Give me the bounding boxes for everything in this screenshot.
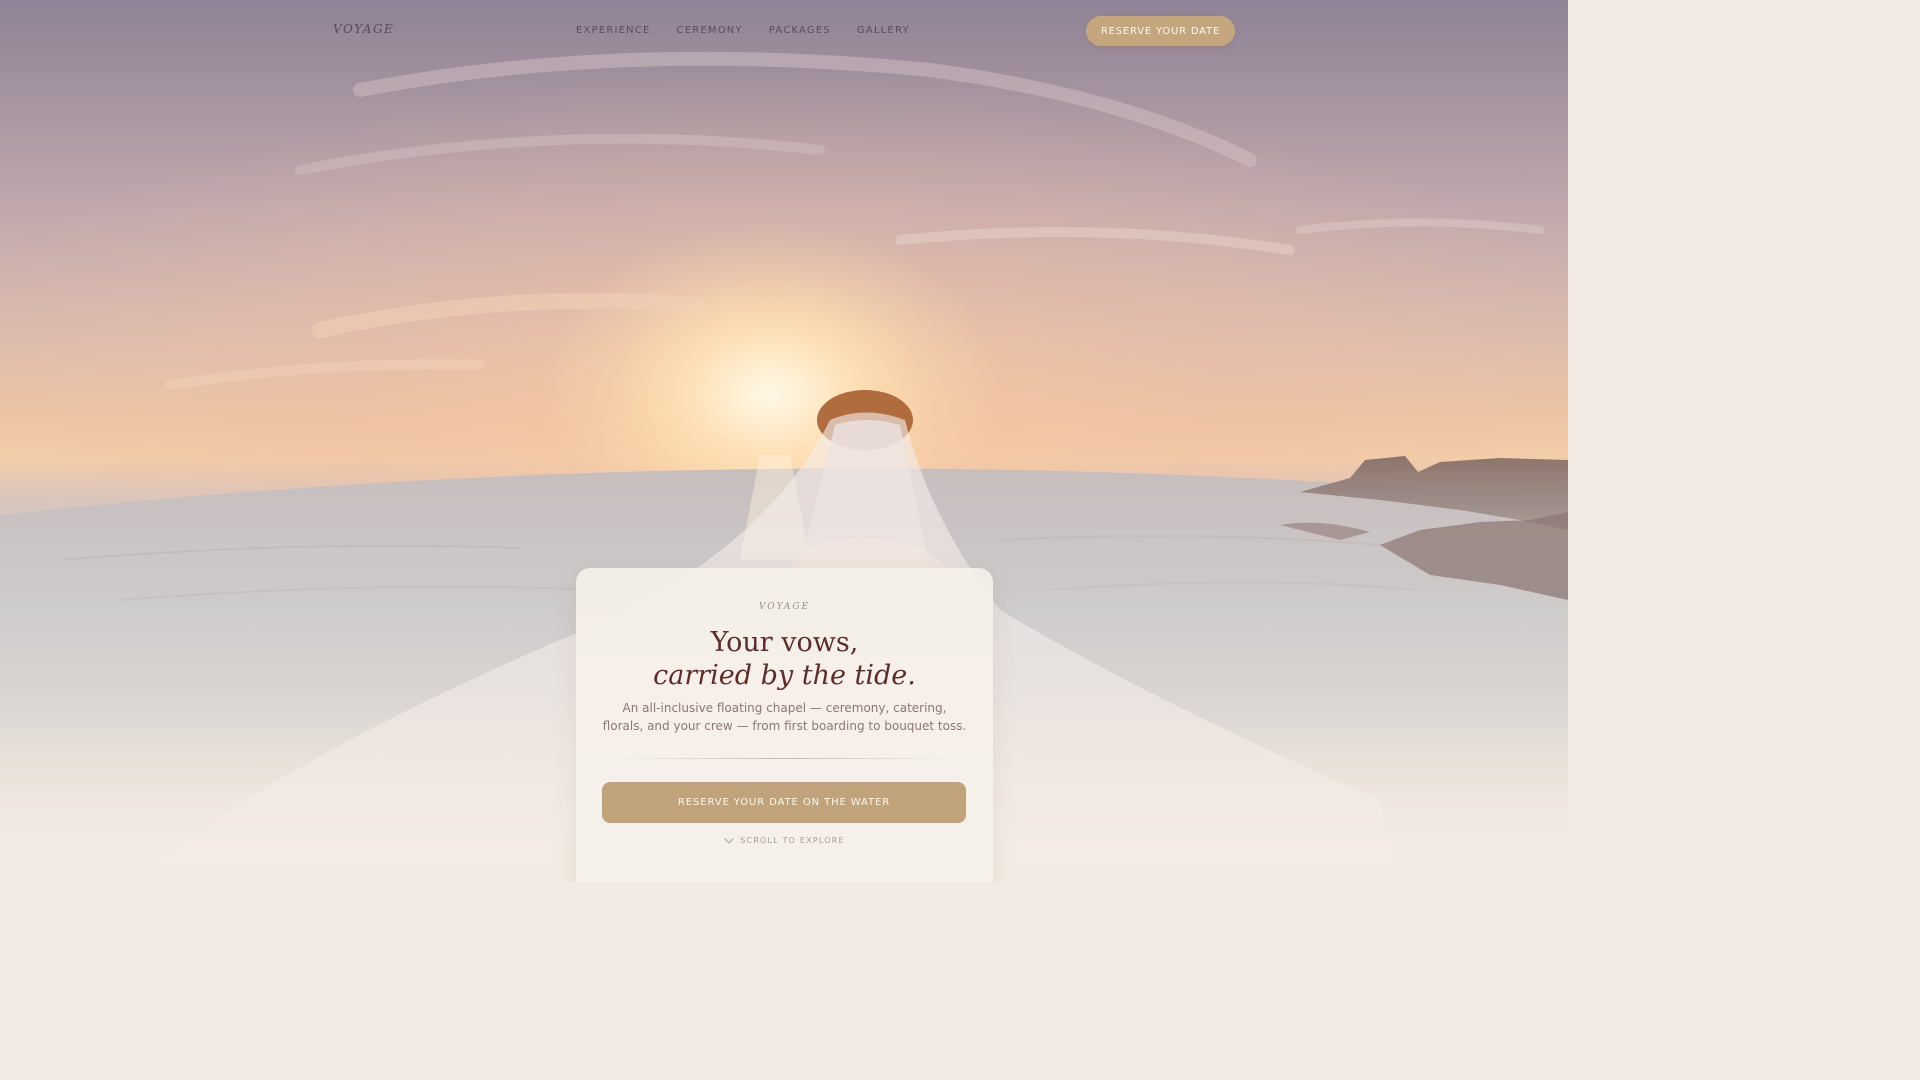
reserve-date-button[interactable]: RESERVE YOUR DATE — [1086, 16, 1235, 46]
hero-description: An all-inclusive floating chapel — cerem… — [602, 701, 967, 733]
nav-link-gallery[interactable]: GALLERY — [857, 25, 910, 36]
scroll-label: SCROLL TO EXPLORE — [740, 836, 845, 845]
top-nav: VOYAGE EXPERIENCE CEREMONY PACKAGES GALL… — [0, 0, 1568, 62]
brand-logo[interactable]: VOYAGE — [333, 22, 394, 36]
card-eyebrow: VOYAGE — [758, 602, 811, 612]
card-divider — [616, 758, 953, 759]
nav-link-packages[interactable]: PACKAGES — [769, 25, 831, 36]
scroll-to-explore[interactable]: SCROLL TO EXPLORE — [576, 836, 993, 845]
nav-links: EXPERIENCE CEREMONY PACKAGES GALLERY — [576, 25, 910, 36]
hero-card: VOYAGE Your vows, carried by the tide. A… — [576, 568, 993, 882]
landing-page: VOYAGE EXPERIENCE CEREMONY PACKAGES GALL… — [0, 0, 1568, 882]
chevron-down-icon — [724, 837, 734, 844]
reserve-on-water-button[interactable]: RESERVE YOUR DATE ON THE WATER — [602, 782, 966, 823]
nav-link-experience[interactable]: EXPERIENCE — [576, 25, 651, 36]
hero-title: Your vows, carried by the tide. — [576, 626, 993, 692]
hero-title-line2: carried by the tide. — [653, 660, 916, 691]
nav-link-ceremony[interactable]: CEREMONY — [677, 25, 743, 36]
hero-title-line1: Your vows, — [710, 627, 859, 658]
